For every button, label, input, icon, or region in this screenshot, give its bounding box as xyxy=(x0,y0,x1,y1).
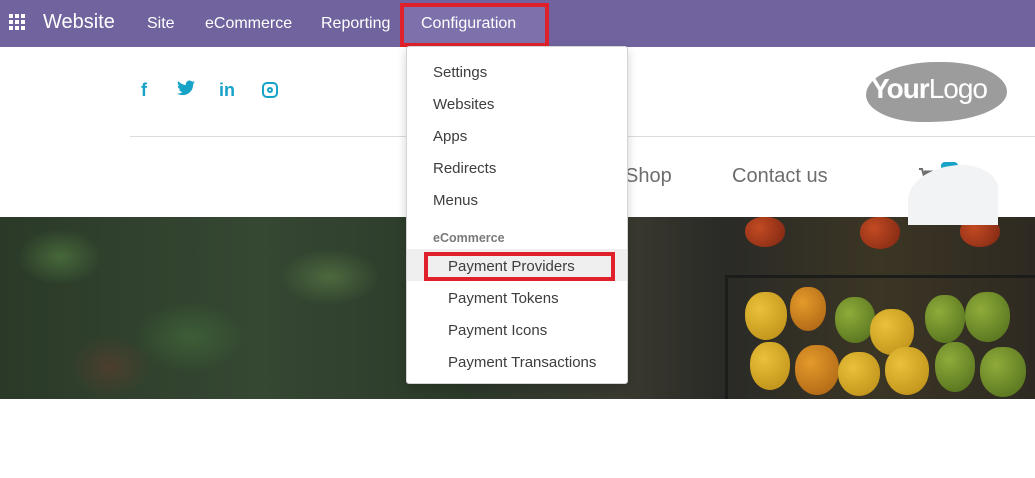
pepper xyxy=(835,297,875,343)
payment-providers-highlight-box xyxy=(424,252,615,281)
app-title[interactable]: Website xyxy=(43,11,115,34)
dropdown-item-settings[interactable]: Settings xyxy=(433,64,487,81)
dropdown-item-payment-tokens[interactable]: Payment Tokens xyxy=(448,290,559,307)
dropdown-item-websites[interactable]: Websites xyxy=(433,96,494,113)
apps-grid-icon[interactable] xyxy=(9,14,26,31)
logo-light-text: Logo xyxy=(928,73,988,104)
instagram-icon[interactable] xyxy=(262,82,278,98)
pepper xyxy=(790,287,826,331)
nav-item-site[interactable]: Site xyxy=(147,15,175,33)
dropdown-item-payment-icons[interactable]: Payment Icons xyxy=(448,322,547,339)
pepper xyxy=(860,217,900,249)
pepper xyxy=(750,342,790,390)
pepper xyxy=(965,292,1010,342)
pepper xyxy=(838,352,880,396)
configuration-highlight-box xyxy=(400,3,549,47)
dropdown-section-ecommerce: eCommerce xyxy=(433,231,505,245)
pepper xyxy=(885,347,929,395)
dropdown-item-menus[interactable]: Menus xyxy=(433,192,478,209)
logo-bold-text: Your xyxy=(871,73,930,104)
logo[interactable]: YourLogo xyxy=(871,73,988,105)
nav-item-reporting[interactable]: Reporting xyxy=(321,15,390,33)
pepper xyxy=(795,345,839,395)
pepper xyxy=(935,342,975,392)
dropdown-item-payment-transactions[interactable]: Payment Transactions xyxy=(448,354,596,371)
nav-item-ecommerce[interactable]: eCommerce xyxy=(205,15,292,33)
twitter-icon[interactable] xyxy=(177,80,195,101)
configuration-dropdown-menu: Settings Websites Apps Redirects Menus e… xyxy=(406,46,628,384)
pepper xyxy=(745,217,785,247)
facebook-icon[interactable]: f xyxy=(141,80,147,101)
pepper xyxy=(980,347,1026,397)
pepper xyxy=(925,295,965,343)
pepper xyxy=(745,292,787,340)
dropdown-item-redirects[interactable]: Redirects xyxy=(433,160,496,177)
menu-link-shop[interactable]: Shop xyxy=(625,165,672,188)
dropdown-item-apps[interactable]: Apps xyxy=(433,128,467,145)
menu-link-contact[interactable]: Contact us xyxy=(732,165,828,188)
linkedin-icon[interactable]: in xyxy=(219,80,235,101)
